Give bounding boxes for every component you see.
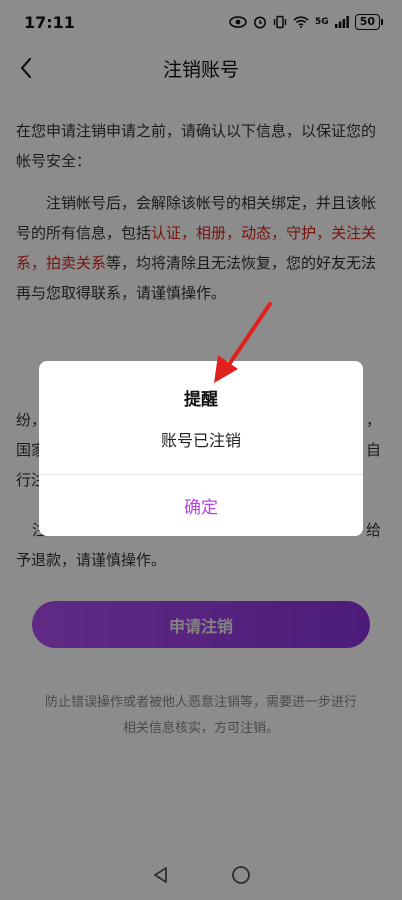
- alert-dialog: 提醒 账号已注销 确定: [39, 361, 363, 536]
- dialog-message: 账号已注销: [160, 431, 241, 450]
- dialog-title: 提醒: [184, 390, 218, 410]
- confirm-button[interactable]: 确定: [39, 475, 363, 536]
